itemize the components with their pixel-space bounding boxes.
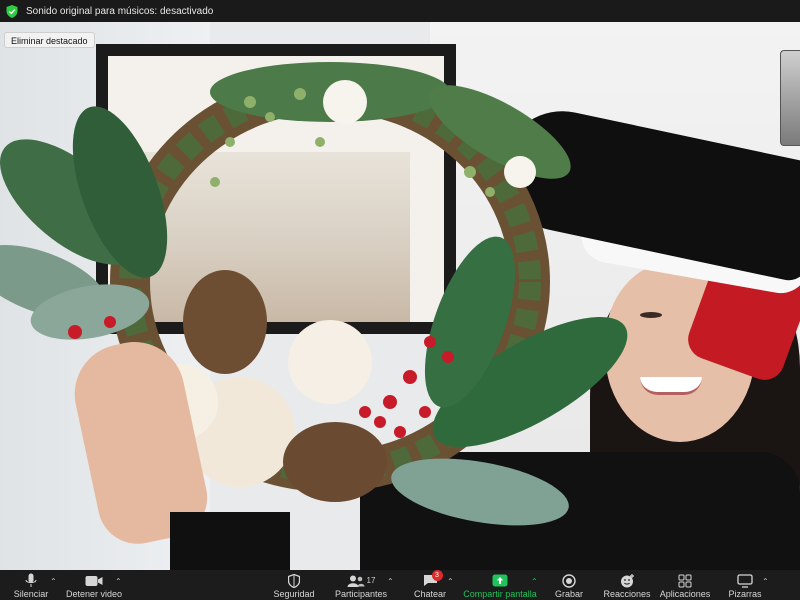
people-icon: 17: [347, 573, 376, 588]
record-icon: [562, 573, 576, 588]
video-camera-icon: [85, 573, 103, 588]
record-button[interactable]: Grabar: [550, 570, 588, 600]
whiteboard-icon: [737, 573, 753, 588]
chat-bubble-icon: 3: [423, 570, 443, 588]
share-screen-icon: [492, 573, 508, 588]
participants-options-caret[interactable]: ⌃: [387, 577, 394, 586]
chat-unread-badge: 3: [431, 570, 443, 581]
share-screen-button[interactable]: Compartir pantalla: [463, 570, 537, 600]
share-options-caret[interactable]: ⌃: [531, 577, 538, 586]
self-view-thumbnail[interactable]: [780, 50, 800, 146]
participants-count: 17: [366, 576, 376, 585]
original-sound-status: Sonido original para músicos: desactivad…: [26, 5, 214, 17]
top-status-bar: Sonido original para músicos: desactivad…: [0, 0, 800, 22]
person-sleeve: [170, 512, 290, 570]
microphone-icon: [25, 573, 37, 588]
chat-options-caret[interactable]: ⌃: [447, 577, 454, 586]
participants-button[interactable]: 17 Participantes: [332, 570, 390, 600]
emoji-plus-icon: [620, 573, 635, 588]
video-options-caret[interactable]: ⌃: [115, 577, 122, 586]
reactions-button[interactable]: Reacciones: [602, 570, 652, 600]
mute-options-caret[interactable]: ⌃: [50, 577, 57, 586]
mute-button[interactable]: Silenciar: [10, 570, 52, 600]
whiteboards-options-caret[interactable]: ⌃: [762, 577, 769, 586]
shield-icon: [288, 573, 300, 588]
whiteboards-button[interactable]: Pizarras: [726, 570, 764, 600]
chat-button[interactable]: 3 Chatear: [410, 570, 450, 600]
zoom-window: Sonido original para músicos: desactivad…: [0, 0, 800, 600]
shield-check-icon: [6, 4, 18, 18]
remove-spotlight-button[interactable]: Eliminar destacado: [4, 32, 95, 48]
apps-grid-icon: [678, 573, 692, 588]
apps-button[interactable]: Aplicaciones: [657, 570, 713, 600]
speaker-video: Eliminar destacado: [0, 22, 800, 570]
meeting-toolbar: Silenciar ⌃ Detener video ⌃ Seguridad 17…: [0, 570, 800, 600]
security-button[interactable]: Seguridad: [272, 570, 316, 600]
